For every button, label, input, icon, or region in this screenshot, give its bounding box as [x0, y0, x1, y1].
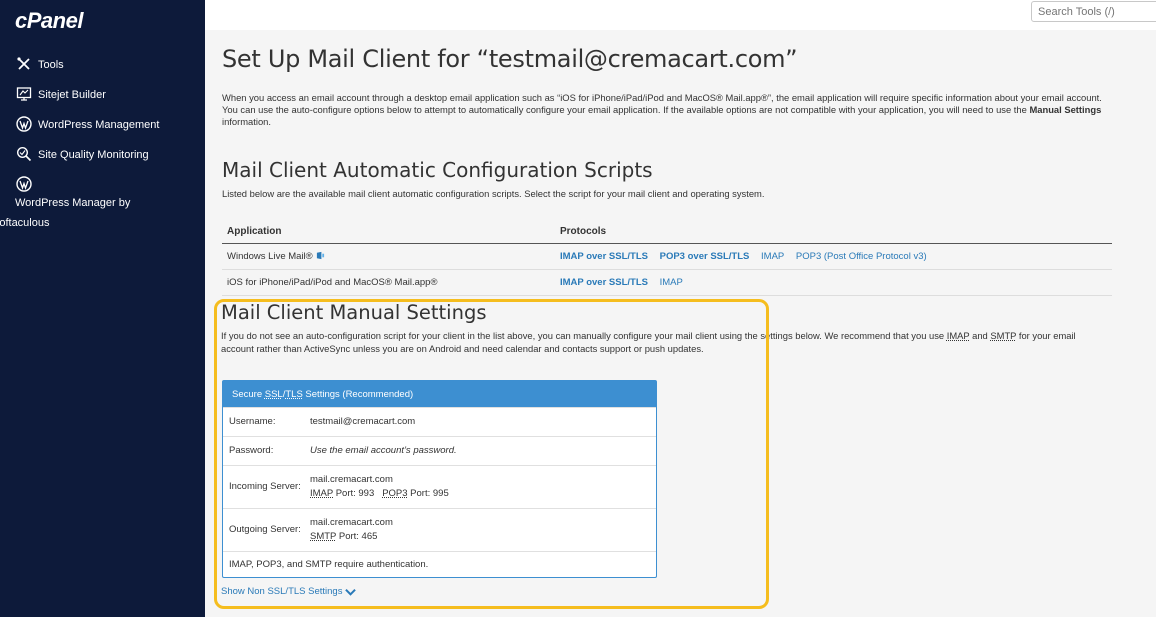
sidebar-item-wordpress-management[interactable]: WordPress Management	[0, 110, 205, 140]
manual-settings-bold: Manual Settings	[1029, 104, 1102, 115]
panel-title-part: Secure	[232, 389, 265, 400]
incoming-value: mail.cremacart.com IMAP Port: 993 POP3 P…	[310, 473, 449, 501]
protocol-link[interactable]: IMAP over SSL/TLS	[560, 277, 648, 288]
smtp-port: Port: 465	[336, 531, 378, 542]
intro-text-part: When you access an email account through…	[222, 92, 1102, 115]
show-non-ssl-link[interactable]: Show Non SSL/TLS Settings	[221, 586, 357, 597]
ssl-abbr: SSL	[264, 389, 283, 400]
chevron-down-icon	[345, 588, 357, 596]
app-cell: iOS for iPhone/iPad/iPod and MacOS® Mail…	[222, 269, 555, 296]
cpanel-logo[interactable]: cPanel	[15, 8, 83, 34]
protocol-link[interactable]: IMAP	[660, 277, 683, 288]
sidebar-item-label: Site Quality Monitoring	[38, 149, 149, 161]
manual-settings-heading: Mail Client Manual Settings	[221, 301, 487, 324]
column-header-protocols: Protocols	[555, 218, 1112, 244]
outgoing-host: mail.cremacart.com	[310, 517, 393, 528]
tools-icon	[15, 55, 33, 73]
auto-config-heading: Mail Client Automatic Configuration Scri…	[222, 158, 653, 182]
app-name: Windows Live Mail®	[227, 251, 313, 262]
pop3-abbr: POP3	[382, 488, 408, 499]
panel-title-part: Settings (Recommended)	[302, 389, 414, 400]
manual-settings-description: If you do not see an auto-configuration …	[221, 329, 1101, 355]
username-value: testmail@cremacart.com	[310, 416, 416, 427]
imap-abbr: IMAP	[310, 488, 334, 499]
protocol-link[interactable]: IMAP	[761, 251, 784, 262]
username-label: Username:	[229, 416, 276, 427]
secure-settings-panel: Secure SSL/TLS Settings (Recommended) Us…	[222, 380, 657, 578]
auto-config-description: Listed below are the available mail clie…	[222, 188, 765, 199]
incoming-label-text: Incoming Server:	[229, 481, 301, 492]
site-quality-icon	[15, 145, 33, 163]
settings-row-outgoing: Outgoing Server: mail.cremacart.com SMTP…	[223, 508, 656, 551]
app-name: iOS for iPhone/iPad/iPod and MacOS® Mail…	[227, 277, 438, 288]
sidebar-nav: Tools Sitejet Builder WordPress Manageme…	[0, 50, 205, 238]
description-part: If you do not see an auto-configuration …	[221, 330, 947, 341]
protocol-link[interactable]: POP3 over SSL/TLS	[660, 251, 750, 262]
search-input[interactable]	[1031, 1, 1156, 22]
auth-note: IMAP, POP3, and SMTP require authenticat…	[223, 551, 656, 577]
auto-config-table: Application Protocols Windows Live Mail®…	[222, 218, 1112, 296]
sidebar-item-sitejet[interactable]: Sitejet Builder	[0, 80, 205, 110]
sidebar-item-label: WordPress Manager by Softaculous	[0, 197, 131, 229]
panel-title: Secure SSL/TLS Settings (Recommended)	[223, 381, 656, 407]
app-cell: Windows Live Mail®	[222, 243, 555, 270]
intro-text: When you access an email account through…	[222, 92, 1114, 128]
sidebar-item-tools[interactable]: Tools	[0, 50, 205, 80]
column-header-application: Application	[222, 218, 555, 244]
imap-abbr: IMAP	[946, 330, 970, 341]
protocol-link[interactable]: POP3 (Post Office Protocol v3)	[796, 251, 927, 262]
windows-live-mail-icon	[316, 251, 324, 260]
incoming-label: Incoming Server:	[229, 473, 310, 501]
description-part: and	[969, 330, 991, 341]
sidebar-item-label: WordPress Management	[38, 119, 160, 131]
main-area: Set Up Mail Client for “testmail@cremaca…	[205, 0, 1156, 617]
protocol-link[interactable]: IMAP over SSL/TLS	[560, 251, 648, 262]
smtp-abbr: SMTP	[990, 330, 1017, 341]
settings-row-username: Username: testmail@cremacart.com	[223, 407, 656, 436]
outgoing-value: mail.cremacart.com SMTP Port: 465	[310, 516, 393, 544]
pop3-port: Port: 995	[407, 488, 449, 499]
sitejet-icon	[15, 85, 33, 103]
sidebar-item-label: Tools	[38, 59, 64, 71]
sidebar-item-site-quality[interactable]: Site Quality Monitoring	[0, 140, 205, 170]
sidebar: cPanel Tools Sitejet Builder WordPress M…	[0, 0, 205, 617]
outgoing-label-text: Outgoing Server:	[229, 524, 301, 535]
wordpress-icon	[15, 175, 33, 193]
password-note: Use the email account’s password.	[310, 445, 457, 456]
settings-row-incoming: Incoming Server: mail.cremacart.com IMAP…	[223, 465, 656, 508]
password-label: Password:	[229, 445, 274, 456]
imap-port: Port: 993	[333, 488, 375, 499]
page-title: Set Up Mail Client for “testmail@cremaca…	[222, 45, 798, 73]
password-value: Use the email account’s password.	[310, 444, 457, 458]
page-content: Set Up Mail Client for “testmail@cremaca…	[222, 42, 1114, 296]
table-row: iOS for iPhone/iPad/iPod and MacOS® Mail…	[222, 269, 1112, 296]
tls-abbr: TLS	[285, 389, 303, 400]
table-row: Windows Live Mail® IMAP over SSL/TLS POP…	[222, 243, 1112, 270]
show-non-ssl-label: Show Non SSL/TLS Settings	[221, 586, 343, 597]
incoming-ports: IMAP Port: 993 POP3 Port: 995	[310, 487, 449, 501]
manual-settings-section: Mail Client Manual Settings If you do no…	[221, 300, 1121, 597]
sidebar-item-wordpress-manager[interactable]: WordPress Manager by Softaculous	[0, 170, 175, 238]
smtp-abbr: SMTP	[310, 531, 337, 542]
outgoing-label: Outgoing Server:	[229, 516, 310, 544]
top-bar	[205, 0, 1156, 30]
intro-text-part: information.	[222, 116, 271, 127]
wordpress-icon	[15, 115, 33, 133]
settings-row-password: Password: Use the email account’s passwo…	[223, 436, 656, 465]
incoming-host: mail.cremacart.com	[310, 474, 393, 485]
protocols-cell: IMAP over SSL/TLS POP3 over SSL/TLS IMAP…	[555, 243, 1112, 270]
protocols-cell: IMAP over SSL/TLS IMAP	[555, 269, 1112, 296]
outgoing-ports: SMTP Port: 465	[310, 530, 393, 544]
sidebar-item-label: Sitejet Builder	[38, 89, 106, 101]
table-header-row: Application Protocols	[222, 218, 1112, 244]
